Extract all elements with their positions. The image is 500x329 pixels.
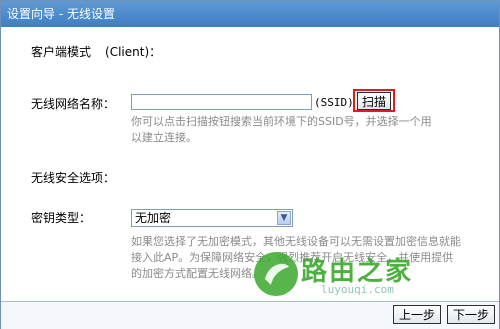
next-button[interactable]: 下一步 [447,305,495,324]
security-label: 无线安全选项： [31,171,116,185]
ssid-input[interactable] [131,94,312,110]
scan-button[interactable]: 扫描 [357,92,391,110]
mode-client: (Client)： [105,45,162,59]
watermark-url: luyouqi.com [321,283,394,296]
mode-heading: 客户端模式 (Client)： [31,43,161,60]
prev-button[interactable]: 上一步 [393,305,441,324]
ssid-suffix: (SSID) [314,96,354,109]
ssid-hint: 你可以点击扫描按钮搜索当前环境下的SSID号，并选择一个用以建立连接。 [131,115,432,144]
wizard-window: 设置向导 - 无线设置 客户端模式 (Client)： 无线网络名称： (SSID… [0,0,500,329]
window-title: 设置向导 - 无线设置 [1,1,499,27]
ssid-label: 无线网络名称： [31,97,116,111]
key-type-value: 无加密 [135,211,172,225]
key-type-select[interactable]: 无加密 ▼ [131,209,293,227]
mode-label: 客户端模式 [31,45,92,59]
key-type-label: 密钥类型： [31,211,92,225]
chevron-down-icon[interactable]: ▼ [277,211,291,225]
key-type-hint: 如果您选择了无加密模式，其他无线设备可以无需设置加密信息就能接入此AP。为保障网… [131,235,461,280]
